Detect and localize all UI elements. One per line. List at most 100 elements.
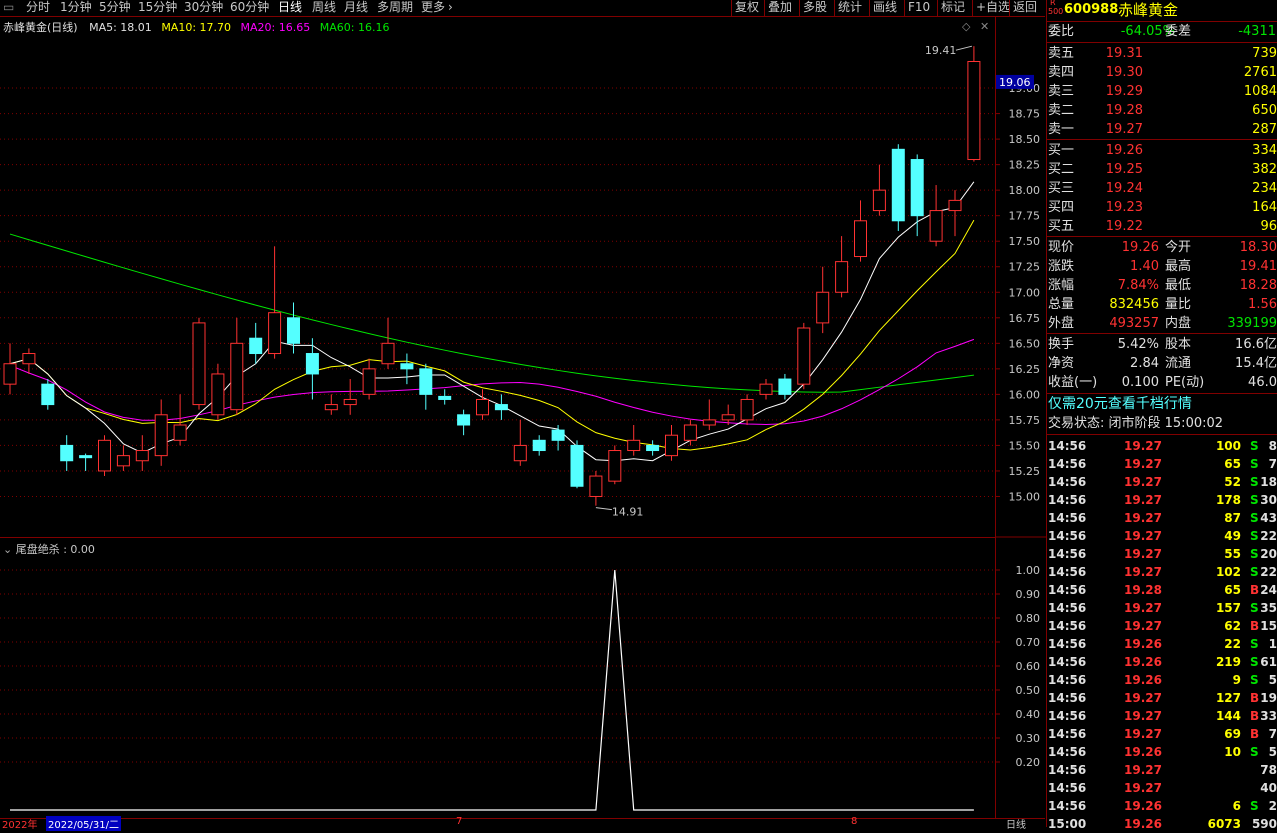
candle-body[interactable] <box>135 450 149 462</box>
period-tab-7[interactable]: 周线 <box>312 0 336 16</box>
weicha-label: 委差 <box>1165 24 1192 39</box>
candlestick-chart[interactable]: 赤峰黄金(日线) MA5: 18.01 MA10: 17.70 MA20: 16… <box>0 17 995 537</box>
candle-body[interactable] <box>400 363 414 370</box>
candle-body[interactable] <box>929 210 943 242</box>
tick-price: 19.27 <box>1124 475 1162 489</box>
indicator-tick-label: 1.00 <box>1016 564 1041 577</box>
candle-body[interactable] <box>3 363 17 385</box>
tick-time: 14:56 <box>1048 637 1087 651</box>
candle-body[interactable] <box>532 439 546 452</box>
candle-body[interactable] <box>967 61 981 161</box>
candle-body[interactable] <box>797 327 811 385</box>
tick-price: 19.27 <box>1124 709 1162 723</box>
candle-body[interactable] <box>702 419 716 426</box>
candle-body[interactable] <box>910 159 924 217</box>
candle-body[interactable] <box>740 398 754 421</box>
candle-body[interactable] <box>835 261 849 293</box>
promo-link[interactable]: 仅需20元查看千档行情 <box>1047 395 1277 413</box>
candle-body[interactable] <box>646 444 660 452</box>
candle-body[interactable] <box>381 342 395 365</box>
candle-body[interactable] <box>116 455 130 467</box>
candle-body[interactable] <box>589 475 603 497</box>
toolbar-button-0[interactable]: 复权 <box>731 0 762 16</box>
candle-body[interactable] <box>79 455 93 459</box>
candle-body[interactable] <box>608 450 622 482</box>
toolbar-button-5[interactable]: F10 <box>904 0 933 16</box>
candle-body[interactable] <box>22 353 36 365</box>
candle-body[interactable] <box>305 353 319 375</box>
bids-row: 买二 19.25 382 <box>1047 161 1277 179</box>
candle-body[interactable] <box>419 368 433 395</box>
tick-volume: 157 <box>1215 601 1241 615</box>
toolbar-button-7[interactable]: +自选 <box>972 0 1013 16</box>
tick-count: 22 <box>1260 529 1277 543</box>
candle-body[interactable] <box>60 444 74 462</box>
toolbar-button-1[interactable]: 叠加 <box>764 0 795 16</box>
tick-side: S <box>1250 565 1259 579</box>
candle-body[interactable] <box>98 439 111 472</box>
candle-body[interactable] <box>872 189 886 212</box>
candle-body[interactable] <box>211 373 225 416</box>
candle-body[interactable] <box>438 395 452 400</box>
candle-body[interactable] <box>570 444 584 487</box>
tick-count: 43 <box>1260 511 1277 525</box>
bids-price: 19.25 <box>1105 162 1143 177</box>
candle-body[interactable] <box>683 424 697 441</box>
toolbar-button-8[interactable]: 返回 <box>1009 0 1040 16</box>
tick-price: 19.26 <box>1124 655 1162 669</box>
toolbar-button-6[interactable]: 标记 <box>937 0 968 16</box>
period-tab-8[interactable]: 月线 <box>344 0 368 16</box>
candle-body[interactable] <box>154 414 168 457</box>
stat-row: 涨幅 7.84% 最低 18.28 <box>1047 277 1277 295</box>
tick-row: 14:56 19.27 40 <box>1047 779 1277 797</box>
period-tab-3[interactable]: 15分钟 <box>138 0 177 16</box>
candle-body[interactable] <box>230 342 244 411</box>
candle-body[interactable] <box>891 148 905 222</box>
ma20-line <box>9 338 975 425</box>
stat-value: 46.0 <box>1248 375 1277 390</box>
candle-body[interactable] <box>759 383 773 395</box>
period-tab-10[interactable]: 更多 <box>421 0 445 16</box>
candle-body[interactable] <box>494 404 508 411</box>
candle-body[interactable] <box>362 368 376 395</box>
candle-body[interactable] <box>778 378 792 395</box>
tick-volume: 102 <box>1215 565 1241 579</box>
period-tab-4[interactable]: 30分钟 <box>184 0 223 16</box>
candle-body[interactable] <box>249 337 263 355</box>
stat-value: 339199 <box>1227 316 1277 331</box>
period-tab-6[interactable]: 日线 <box>278 0 302 16</box>
period-tab-5[interactable]: 60分钟 <box>230 0 269 16</box>
toolbar-button-2[interactable]: 多股 <box>799 0 830 16</box>
toolbar-button-4[interactable]: 画线 <box>869 0 900 16</box>
candle-body[interactable] <box>551 429 565 441</box>
stat-label: 收益(一) <box>1048 375 1098 390</box>
candle-body[interactable] <box>854 220 867 258</box>
candle-body[interactable] <box>948 199 962 212</box>
grid-icon[interactable]: ▭ <box>3 0 14 16</box>
candle-body[interactable] <box>627 439 641 452</box>
promo-text[interactable]: 仅需20元查看千档行情 <box>1048 395 1192 413</box>
status-text: 交易状态: 闭市阶段 15:00:02 <box>1048 416 1224 431</box>
tick-side: S <box>1250 511 1259 525</box>
candle-body[interactable] <box>513 444 527 462</box>
bids-volume: 164 <box>1252 200 1277 215</box>
candle-body[interactable] <box>268 312 282 355</box>
period-tab-1[interactable]: 1分钟 <box>60 0 92 16</box>
indicator-chart[interactable]: ⌄ 尾盘绝杀 : 0.00 <box>0 540 995 818</box>
candle-body[interactable] <box>816 291 830 324</box>
candle-body[interactable] <box>287 317 300 344</box>
period-tab-9[interactable]: 多周期 <box>377 0 413 16</box>
period-tab-2[interactable]: 5分钟 <box>99 0 131 16</box>
candle-body[interactable] <box>343 398 357 406</box>
candle-body[interactable] <box>173 424 187 441</box>
chevron-right-icon[interactable]: › <box>448 0 453 16</box>
candle-body[interactable] <box>476 398 489 416</box>
candle-body[interactable] <box>324 404 338 411</box>
candle-body[interactable] <box>457 414 471 426</box>
candle-body[interactable] <box>665 434 678 457</box>
candle-body[interactable] <box>41 383 55 406</box>
toolbar-button-3[interactable]: 统计 <box>834 0 865 16</box>
candle-body[interactable] <box>192 322 206 406</box>
period-tab-0[interactable]: 分时 <box>26 0 50 16</box>
candle-body[interactable] <box>721 414 735 421</box>
